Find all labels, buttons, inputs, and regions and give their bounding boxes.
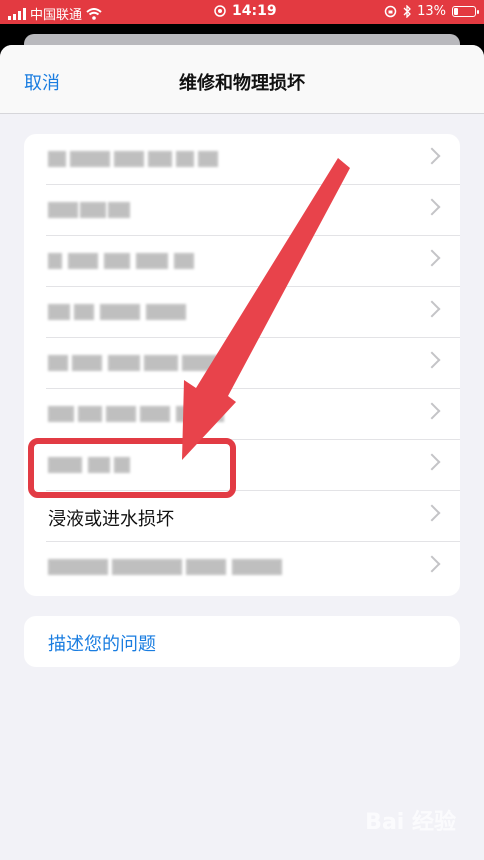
annotation-arrow [182,158,350,460]
watermark: Bai 经验 [365,810,456,835]
